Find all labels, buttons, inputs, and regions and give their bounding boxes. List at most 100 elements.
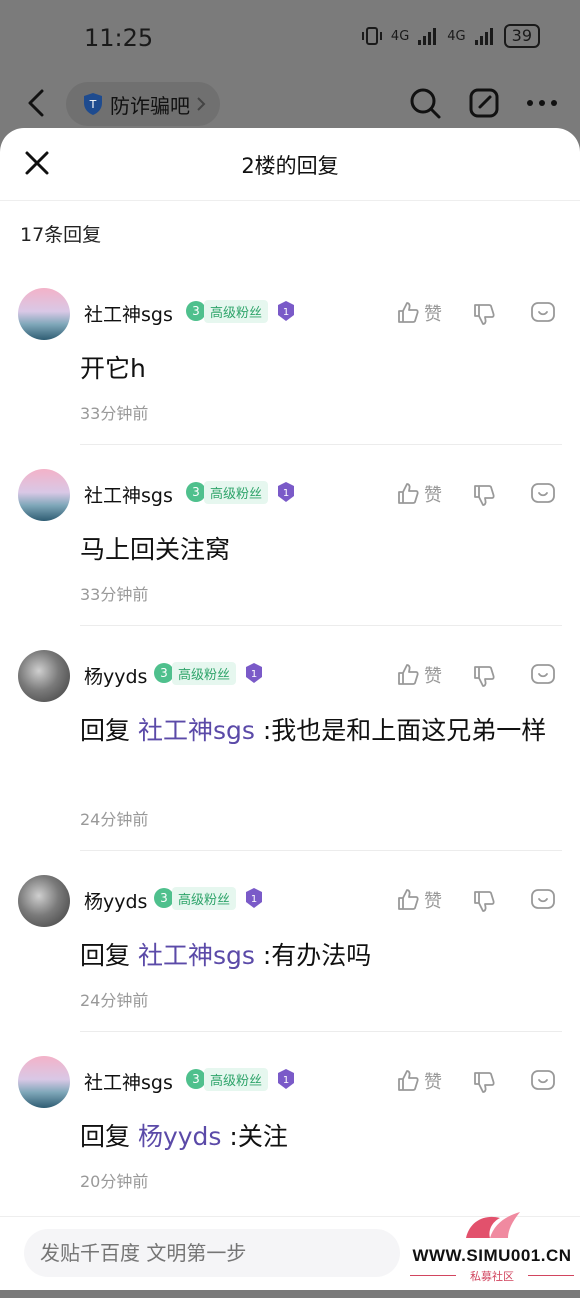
forum-name: 防诈骗吧 xyxy=(110,93,190,118)
username[interactable]: 社工神sgs xyxy=(84,1068,173,1095)
like-button[interactable]: 赞 xyxy=(396,481,442,507)
divider xyxy=(80,625,562,626)
svg-text:1: 1 xyxy=(251,669,257,680)
sheet-header: 2楼的回复 xyxy=(0,128,580,201)
reply-text: 马上回关注窝 xyxy=(80,535,231,564)
svg-text:T: T xyxy=(89,98,97,111)
reply-item: 杨yyds 3 高级粉丝 1 赞 回复 社工神sgs :我也是和上面这兄弟一样 … xyxy=(0,650,580,851)
reply-sheet: 2楼的回复 17条回复 社工神sgs 3 高级粉丝 1 赞 开它h 33分钟前 … xyxy=(0,128,580,1290)
comment-icon[interactable] xyxy=(530,1068,556,1094)
level-badge: 3 xyxy=(186,1069,206,1089)
avatar[interactable] xyxy=(18,650,70,702)
reply-text: :有办法吗 xyxy=(262,941,372,970)
like-label: 赞 xyxy=(424,891,442,912)
status-icons: 4G 4G 39 xyxy=(361,24,540,48)
mention-link[interactable]: 社工神sgs xyxy=(138,941,255,970)
forum-pill[interactable]: T 防诈骗吧 xyxy=(66,82,220,126)
avatar[interactable] xyxy=(18,1056,70,1108)
reply-time: 33分钟前 xyxy=(80,404,149,423)
thumbs-down-icon[interactable] xyxy=(472,664,496,688)
chevron-right-icon xyxy=(197,97,206,111)
reply-content: 回复 社工神sgs :有办法吗 xyxy=(80,935,550,977)
reply-prefix: 回复 xyxy=(80,941,131,970)
thumbs-down-icon[interactable] xyxy=(472,1070,496,1094)
svg-text:1: 1 xyxy=(283,1075,289,1086)
fan-badge: 3 高级粉丝 1 xyxy=(186,480,296,504)
top-bar: T 防诈骗吧 xyxy=(0,80,580,130)
signal-label-2: 4G xyxy=(447,28,466,44)
username[interactable]: 社工神sgs xyxy=(84,481,173,508)
reply-input[interactable] xyxy=(24,1229,400,1277)
top-actions xyxy=(408,86,558,120)
divider xyxy=(80,850,562,851)
username[interactable]: 杨yyds xyxy=(84,662,147,689)
level-badge: 3 xyxy=(154,888,174,908)
thumbs-up-icon xyxy=(398,302,419,323)
username[interactable]: 社工神sgs xyxy=(84,300,173,327)
like-button[interactable]: 赞 xyxy=(396,662,442,688)
reply-item: 社工神sgs 3 高级粉丝 1 赞 马上回关注窝 33分钟前 xyxy=(0,469,580,629)
mention-link[interactable]: 社工神sgs xyxy=(138,716,255,745)
divider xyxy=(80,444,562,445)
vibrate-icon xyxy=(361,27,382,45)
comment-icon[interactable] xyxy=(530,887,556,913)
fan-label: 高级粉丝 xyxy=(172,661,237,685)
avatar[interactable] xyxy=(18,875,70,927)
watermark: WWW.SIMU001.CN 私募社区 xyxy=(404,1208,580,1298)
thumbs-down-icon[interactable] xyxy=(472,483,496,507)
battery-level: 39 xyxy=(503,24,540,48)
medal-icon: 1 xyxy=(278,301,295,321)
thumbs-up-icon xyxy=(398,889,419,910)
reply-content: 回复 杨yyds :关注 xyxy=(80,1116,550,1158)
reply-item: 杨yyds 3 高级粉丝 1 赞 回复 社工神sgs :有办法吗 24分钟前 xyxy=(0,875,580,1035)
reply-item: 社工神sgs 3 高级粉丝 1 赞 回复 杨yyds :关注 20分钟前 xyxy=(0,1056,580,1216)
reply-prefix: 回复 xyxy=(80,1122,131,1151)
reply-content: 马上回关注窝 xyxy=(80,529,550,571)
search-icon[interactable] xyxy=(408,86,442,120)
svg-text:1: 1 xyxy=(283,307,289,318)
like-button[interactable]: 赞 xyxy=(396,1068,442,1094)
reply-count: 17条回复 xyxy=(20,224,102,246)
fan-label: 高级粉丝 xyxy=(204,299,269,323)
reply-prefix: 回复 xyxy=(80,716,131,745)
like-button[interactable]: 赞 xyxy=(396,887,442,913)
reply-time: 20分钟前 xyxy=(80,1172,149,1191)
fan-label: 高级粉丝 xyxy=(204,1067,269,1091)
watermark-rule-right xyxy=(528,1275,574,1276)
reply-item: 社工神sgs 3 高级粉丝 1 赞 开它h 33分钟前 xyxy=(0,288,580,448)
more-icon[interactable] xyxy=(526,98,558,108)
reply-time: 33分钟前 xyxy=(80,585,149,604)
fan-badge: 3 高级粉丝 1 xyxy=(186,299,296,323)
avatar[interactable] xyxy=(18,469,70,521)
signal-label-1: 4G xyxy=(390,28,410,44)
fan-badge: 3 高级粉丝 1 xyxy=(154,661,264,685)
comment-icon[interactable] xyxy=(530,662,556,688)
edit-icon[interactable] xyxy=(468,87,500,119)
comment-icon[interactable] xyxy=(530,300,556,326)
thumbs-up-icon xyxy=(398,1070,419,1091)
thumbs-up-icon xyxy=(398,664,419,685)
reply-text: :关注 xyxy=(229,1122,288,1151)
comment-icon[interactable] xyxy=(530,481,556,507)
avatar[interactable] xyxy=(18,288,70,340)
thumbs-down-icon[interactable] xyxy=(472,889,496,913)
reply-text: 开它h xyxy=(80,354,146,383)
back-arrow-icon[interactable] xyxy=(24,88,48,118)
like-label: 赞 xyxy=(424,304,442,325)
like-button[interactable]: 赞 xyxy=(396,300,442,326)
reply-content: 回复 社工神sgs :我也是和上面这兄弟一样 xyxy=(80,710,550,752)
watermark-subtext: 私募社区 xyxy=(470,1270,514,1283)
thumbs-down-icon[interactable] xyxy=(472,302,496,326)
mention-link[interactable]: 杨yyds xyxy=(138,1122,221,1151)
reply-time: 24分钟前 xyxy=(80,810,149,829)
divider xyxy=(80,1031,562,1032)
username[interactable]: 杨yyds xyxy=(84,887,147,914)
medal-icon: 1 xyxy=(278,482,295,502)
medal-icon: 1 xyxy=(278,1069,295,1089)
fan-badge: 3 高级粉丝 1 xyxy=(186,1067,296,1091)
signal-bars-icon xyxy=(418,28,437,45)
level-badge: 3 xyxy=(186,482,206,502)
status-bar: 11:25 4G 4G 39 xyxy=(0,0,580,80)
watermark-text: WWW.SIMU001.CN xyxy=(412,1246,572,1265)
reply-text: :我也是和上面这兄弟一样 xyxy=(262,716,547,745)
